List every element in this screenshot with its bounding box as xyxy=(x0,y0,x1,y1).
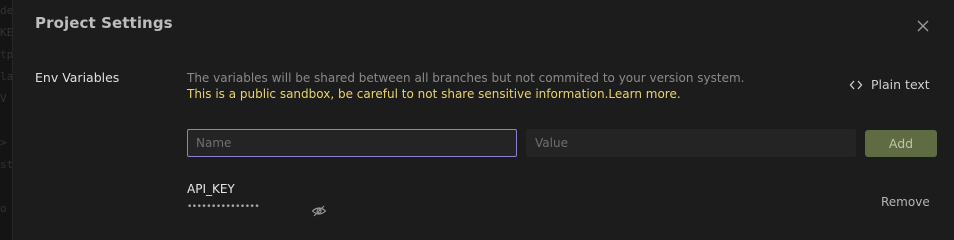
env-description: The variables will be shared between all… xyxy=(187,70,744,102)
name-input[interactable] xyxy=(187,129,517,157)
sandbox-warning: This is a public sandbox, be careful to … xyxy=(187,86,744,102)
remove-button[interactable]: Remove xyxy=(881,195,930,209)
learn-more-link[interactable]: Learn more. xyxy=(608,87,680,101)
value-input[interactable] xyxy=(526,129,856,157)
variable-key: API_KEY xyxy=(187,182,235,196)
add-button[interactable]: Add xyxy=(865,130,937,157)
plain-text-label: Plain text xyxy=(871,77,930,92)
close-button[interactable] xyxy=(913,16,933,36)
eye-off-icon[interactable] xyxy=(311,203,327,217)
env-variables-label: Env Variables xyxy=(35,70,120,85)
close-icon xyxy=(913,16,933,36)
variable-masked-value: ••••••••••••••• xyxy=(187,202,260,212)
plain-text-toggle[interactable]: Plain text xyxy=(849,77,930,92)
modal-title: Project Settings xyxy=(35,14,173,32)
code-icon xyxy=(849,78,863,92)
sharing-description: The variables will be shared between all… xyxy=(187,71,745,85)
sandbox-warning-text: This is a public sandbox, be careful to … xyxy=(187,87,609,101)
project-settings-modal: Project Settings Env Variables The varia… xyxy=(12,0,954,240)
